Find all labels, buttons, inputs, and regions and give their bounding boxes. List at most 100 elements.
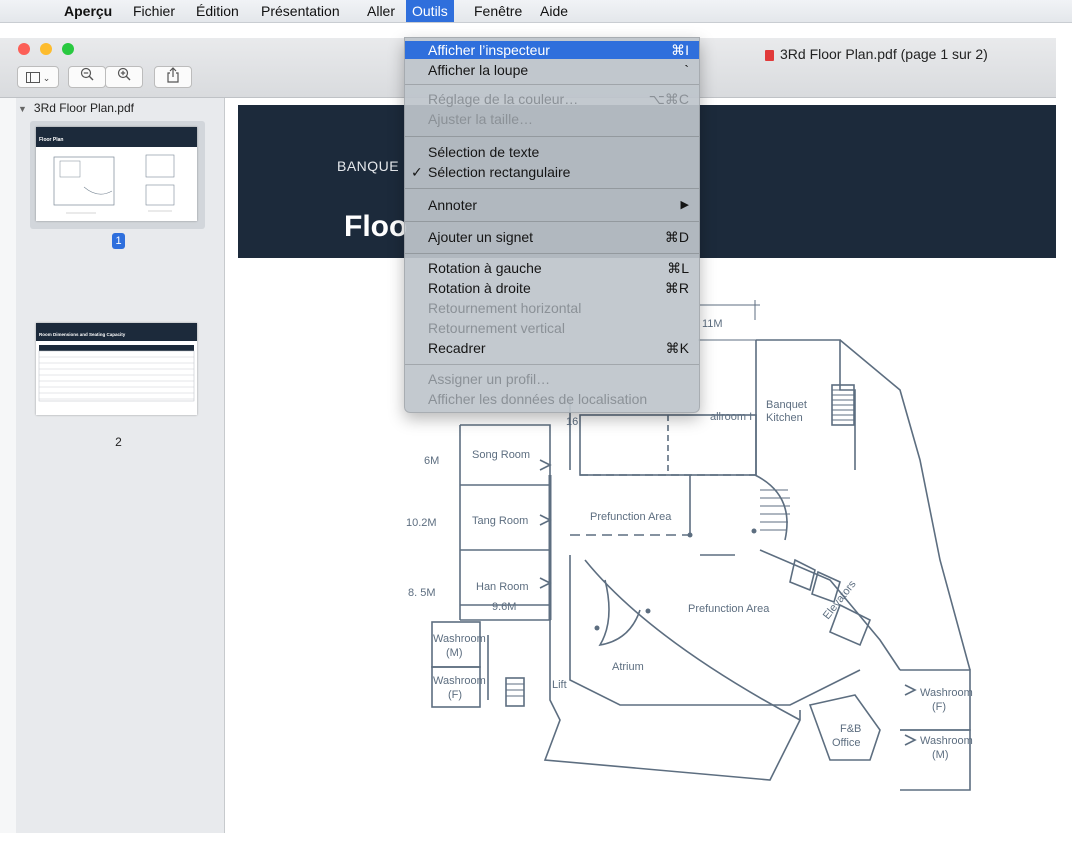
thumb-plan: [53, 154, 175, 214]
document-banner-text: BANQUE: [337, 158, 400, 174]
menu-presentation[interactable]: Présentation: [261, 0, 340, 22]
plan-label: Kitchen: [766, 412, 803, 424]
menu-item-label: Afficher l’inspecteur: [428, 42, 550, 58]
window-title: 3Rd Floor Plan.pdf (page 1 sur 2): [780, 46, 988, 62]
zoom-out-button[interactable]: [68, 66, 106, 88]
app-menu[interactable]: Aperçu: [64, 0, 112, 22]
plan-label: Tang Room: [472, 515, 528, 527]
pdf-file-icon: [765, 50, 774, 61]
menu-bar: Aperçu Fichier Édition Présentation Alle…: [0, 0, 1072, 23]
menu-item-shortcut: ⌥⌘C: [648, 91, 689, 107]
menu-separator: [405, 253, 699, 254]
sidebar-toggle-button[interactable]: ⌄: [17, 66, 59, 88]
menu-separator: [405, 188, 699, 189]
sidebar-icon: [25, 72, 40, 84]
menu-item-selection-texte[interactable]: Sélection de texte: [405, 143, 699, 161]
plan-label: (M): [446, 647, 463, 659]
page-number-badge-1[interactable]: 1: [112, 233, 125, 249]
menu-item-selection-rectangulaire[interactable]: ✓ Sélection rectangulaire: [405, 163, 699, 181]
sidebar-file-name: 3Rd Floor Plan.pdf: [33, 101, 134, 115]
menu-separator: [405, 136, 699, 137]
submenu-arrow-icon: ▶: [680, 199, 689, 211]
menu-item-label: Ajuster la taille…: [428, 111, 534, 127]
menu-item-label: Rotation à gauche: [428, 260, 542, 276]
plan-label: (F): [932, 701, 946, 713]
menu-item-reglage-couleur[interactable]: Réglage de la couleur… ⌥⌘C: [405, 90, 699, 108]
menu-item-label: Sélection rectangulaire: [428, 164, 571, 180]
plan-label: Lift: [552, 679, 567, 691]
menu-item-afficher-loupe[interactable]: Afficher la loupe `: [405, 61, 699, 79]
zoom-in-button[interactable]: [105, 66, 143, 88]
minimize-window-button[interactable]: [40, 43, 52, 55]
menu-aide[interactable]: Aide: [540, 0, 568, 22]
menu-item-shortcut: ⌘L: [667, 260, 689, 276]
plan-label: (F): [448, 689, 462, 701]
share-icon: [166, 67, 180, 86]
plan-label: Atrium: [612, 661, 644, 673]
menu-item-label: Afficher les données de localisation: [428, 391, 648, 407]
menu-item-label: Ajouter un signet: [428, 229, 534, 245]
sidebar-file-row[interactable]: ▼ 3Rd Floor Plan.pdf: [18, 101, 134, 115]
thumb-table: [38, 345, 195, 402]
thumb-title: Floor Plan: [39, 137, 64, 143]
chevron-down-icon: ⌄: [42, 73, 51, 83]
plan-label: Washroom: [433, 675, 486, 687]
menu-item-shortcut: ⌘D: [664, 229, 689, 245]
menu-item-label: Assigner un profil…: [428, 371, 551, 387]
sidebar-gutter: [0, 98, 16, 833]
menu-item-shortcut: `: [684, 62, 689, 78]
plan-label: 8. 5M: [408, 587, 436, 599]
plan-label: Banquet: [766, 399, 807, 411]
zoom-window-button[interactable]: [62, 43, 74, 55]
plan-label: Prefunction Area: [688, 603, 770, 615]
menu-fenetre[interactable]: Fenêtre: [474, 0, 522, 22]
disclosure-triangle-icon[interactable]: ▼: [18, 104, 27, 114]
thumb-header: Floor Plan: [36, 127, 197, 147]
menu-item-recadrer[interactable]: Recadrer ⌘K: [405, 339, 699, 357]
menu-item-label: Rotation à droite: [428, 280, 531, 296]
menu-fichier[interactable]: Fichier: [133, 0, 175, 22]
plan-label: Office: [832, 737, 861, 749]
thumb-title: Room Dimensions and Seating Capacity: [39, 332, 126, 337]
menu-item-retournement-vertical[interactable]: Retournement vertical: [405, 319, 699, 337]
checkmark-icon: ✓: [411, 164, 423, 180]
plan-label: allroom I: [710, 411, 752, 423]
page-number-2[interactable]: 2: [112, 435, 125, 449]
menu-aller[interactable]: Aller: [367, 0, 395, 22]
plan-label: 10.2M: [406, 517, 437, 529]
menu-item-shortcut: ⌘K: [665, 340, 689, 356]
plan-label: (M): [932, 749, 949, 761]
plan-label: 6M: [424, 455, 439, 467]
plan-label: 11M: [702, 318, 723, 330]
menu-item-rotation-gauche[interactable]: Rotation à gauche ⌘L: [405, 259, 699, 277]
page-thumbnail-2[interactable]: Room Dimensions and Seating Capacity: [36, 323, 197, 415]
thumb-header: Room Dimensions and Seating Capacity: [36, 323, 197, 341]
menu-item-label: Retournement horizontal: [428, 300, 582, 316]
menu-item-label: Retournement vertical: [428, 320, 565, 336]
menu-edition[interactable]: Édition: [196, 0, 239, 22]
plan-label: F&B: [840, 723, 861, 735]
menu-outils[interactable]: Outils: [406, 0, 454, 22]
plan-label: Washroom: [920, 687, 973, 699]
menu-item-retournement-horizontal[interactable]: Retournement horizontal: [405, 299, 699, 317]
plan-label: Washroom: [920, 735, 973, 747]
menu-item-shortcut: ⌘R: [664, 280, 689, 296]
plan-label: Han Room: [476, 581, 529, 593]
menu-item-ajuster-taille[interactable]: Ajuster la taille…: [405, 110, 699, 128]
menu-item-ajouter-signet[interactable]: Ajouter un signet ⌘D: [405, 228, 699, 246]
menu-item-assigner-profil[interactable]: Assigner un profil…: [405, 370, 699, 388]
page-thumbnail-1[interactable]: Floor Plan: [36, 127, 197, 221]
menu-item-donnees-localisation[interactable]: Afficher les données de localisation: [405, 390, 699, 408]
menu-item-afficher-inspecteur[interactable]: Afficher l’inspecteur ⌘I: [405, 41, 699, 59]
plan-label: Washroom: [433, 633, 486, 645]
plan-label: 9.6M: [492, 601, 516, 613]
plan-label: 16: [566, 416, 578, 428]
close-window-button[interactable]: [18, 43, 30, 55]
zoom-out-icon: [80, 67, 94, 84]
menu-separator: [405, 84, 699, 85]
menu-item-rotation-droite[interactable]: Rotation à droite ⌘R: [405, 279, 699, 297]
menu-item-shortcut: ⌘I: [671, 42, 689, 58]
share-button[interactable]: [154, 66, 192, 88]
outils-dropdown-menu: Afficher l’inspecteur ⌘I Afficher la lou…: [404, 37, 700, 413]
menu-item-annoter[interactable]: Annoter ▶: [405, 196, 699, 214]
